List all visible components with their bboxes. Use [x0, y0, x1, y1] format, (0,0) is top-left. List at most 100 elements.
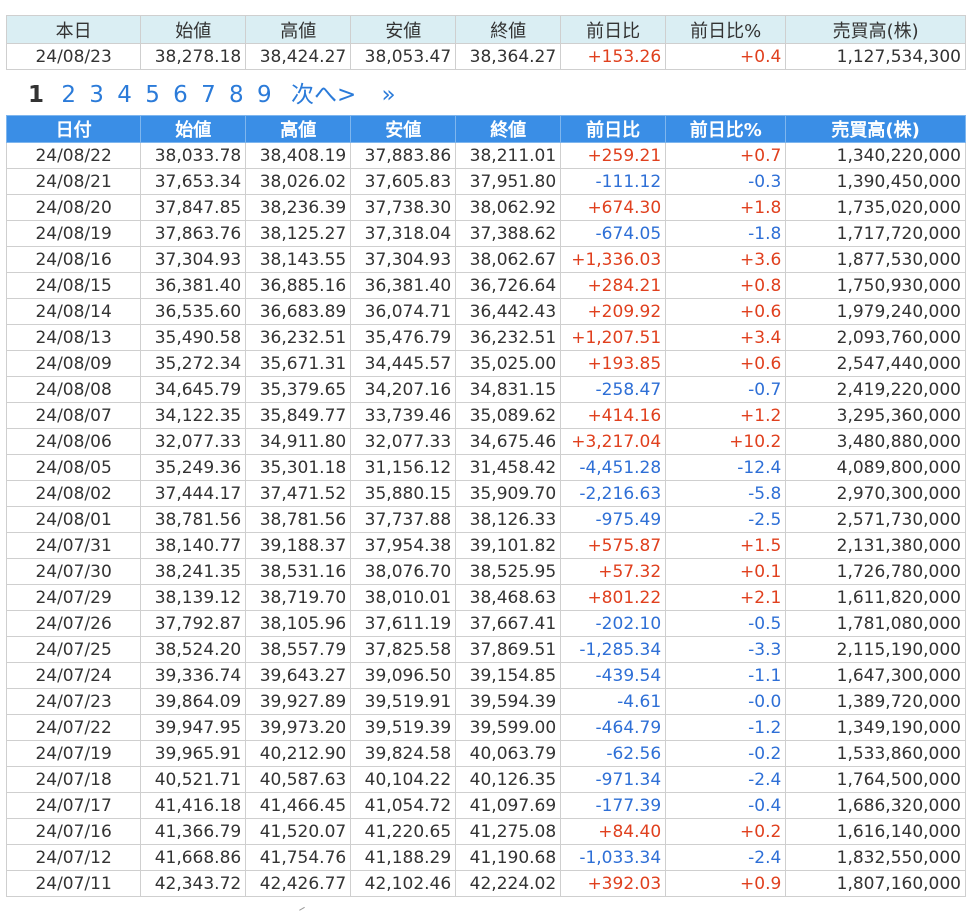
- table-row: 24/08/16 37,304.93 38,143.55 37,304.93 38,06…: [5, 246, 966, 273]
- cell-open: 38,139.12: [140, 584, 247, 611]
- cell-date: 24/07/31: [5, 532, 142, 559]
- cell-low: 37,318.04: [350, 220, 457, 247]
- cell-open: 32,077.33: [140, 428, 247, 455]
- cell-date: 24/08/09: [5, 350, 142, 377]
- cell-volume: 2,571,730,000: [785, 506, 966, 533]
- cell-close: 39,154.85: [455, 662, 562, 689]
- cell-open: 38,140.77: [140, 532, 247, 559]
- cell-low: 37,738.30: [350, 194, 457, 221]
- next-page-link[interactable]: 次へ>: [291, 80, 356, 110]
- cell-date: 24/08/06: [5, 428, 142, 455]
- price-history-table: 日付 始値 高値 安値 終値 前日比 前日比% 売買高(株) 24/08/22 3…: [5, 115, 966, 897]
- page-link-8[interactable]: 8: [229, 80, 244, 110]
- cell-change-pct: -2.5: [665, 506, 787, 533]
- cell-date: 24/07/19: [5, 740, 142, 767]
- cell-date: 24/08/05: [5, 454, 142, 481]
- col-header-high: 高値: [245, 15, 352, 44]
- cell-change: -1,285.34: [560, 636, 667, 663]
- cell-close: 35,909.70: [455, 480, 562, 507]
- cell-high: 38,557.79: [245, 636, 352, 663]
- cell-high: 38,408.19: [245, 142, 352, 169]
- col-header-open: 始値: [140, 15, 247, 44]
- page-link-6[interactable]: 6: [173, 80, 188, 110]
- cell-volume: 1,750,930,000: [785, 272, 966, 299]
- cell-date: 24/07/18: [5, 766, 142, 793]
- cell-close: 39,101.82: [455, 532, 562, 559]
- last-page-link[interactable]: »: [382, 80, 396, 110]
- col-header-close: 終値: [455, 115, 562, 143]
- cell-change: +193.85: [560, 350, 667, 377]
- cell-volume: 1,611,820,000: [785, 584, 966, 611]
- cell-date: 24/07/30: [5, 558, 142, 585]
- cell-change-pct: +0.7: [665, 142, 787, 169]
- cell-change-pct: +0.6: [665, 298, 787, 325]
- col-header-change: 前日比: [560, 115, 667, 143]
- today-header-row: 本日 始値 高値 安値 終値 前日比 前日比% 売買高(株): [5, 15, 966, 44]
- page-link-7[interactable]: 7: [201, 80, 216, 110]
- cell-date: 24/08/02: [5, 480, 142, 507]
- cell-close: 38,062.67: [455, 246, 562, 273]
- cell-open: 35,249.36: [140, 454, 247, 481]
- cell-change-pct: -1.2: [665, 714, 787, 741]
- cell-volume: 1,807,160,000: [785, 870, 966, 897]
- cell-change: +1,207.51: [560, 324, 667, 351]
- cell-low: 40,104.22: [350, 766, 457, 793]
- cell-change-pct: -0.4: [665, 792, 787, 819]
- cell-change: +284.21: [560, 272, 667, 299]
- cell-change-pct: -2.4: [665, 844, 787, 871]
- cell-change-pct: -12.4: [665, 454, 787, 481]
- col-header-today: 本日: [5, 15, 142, 44]
- cell-close: 34,675.46: [455, 428, 562, 455]
- table-row: 24/07/18 40,521.71 40,587.63 40,104.22 40,12…: [5, 766, 966, 793]
- table-row: 24/07/16 41,366.79 41,520.07 41,220.65 41,27…: [5, 818, 966, 845]
- cell-close: 35,089.62: [455, 402, 562, 429]
- page-link-2[interactable]: 2: [61, 80, 76, 110]
- cell-low: 41,054.72: [350, 792, 457, 819]
- cell-date: 24/07/12: [5, 844, 142, 871]
- cell-open: 36,381.40: [140, 272, 247, 299]
- page-link-3[interactable]: 3: [89, 80, 104, 110]
- cell-date: 24/08/15: [5, 272, 142, 299]
- table-row: 24/07/31 38,140.77 39,188.37 37,954.38 39,10…: [5, 532, 966, 559]
- col-header-low: 安値: [350, 15, 457, 44]
- table-row: 24/08/07 34,122.35 35,849.77 33,739.46 35,08…: [5, 402, 966, 429]
- cell-low: 34,445.57: [350, 350, 457, 377]
- page-link-9[interactable]: 9: [257, 80, 272, 110]
- cell-high: 35,849.77: [245, 402, 352, 429]
- cell-open: 35,490.58: [140, 324, 247, 351]
- page-link-5[interactable]: 5: [145, 80, 160, 110]
- cell-open: 37,863.76: [140, 220, 247, 247]
- cell-low: 31,156.12: [350, 454, 457, 481]
- cell-date: 24/07/25: [5, 636, 142, 663]
- cell-date: 24/07/23: [5, 688, 142, 715]
- page-link-4[interactable]: 4: [117, 80, 132, 110]
- cell-change: +259.21: [560, 142, 667, 169]
- cell-date: 24/08/14: [5, 298, 142, 325]
- cell-date: 24/07/22: [5, 714, 142, 741]
- cell-open: 37,653.34: [140, 168, 247, 195]
- table-row: 24/08/21 37,653.34 38,026.02 37,605.83 37,95…: [5, 168, 966, 195]
- cell-open: 38,241.35: [140, 558, 247, 585]
- cell-change: +3,217.04: [560, 428, 667, 455]
- cell-change-pct: -0.0: [665, 688, 787, 715]
- cell-volume: 2,115,190,000: [785, 636, 966, 663]
- cell-high: 38,105.96: [245, 610, 352, 637]
- cell-high: 41,520.07: [245, 818, 352, 845]
- cell-open: 42,343.72: [140, 870, 247, 897]
- cell-open: 34,645.79: [140, 376, 247, 403]
- cell-low: 39,824.58: [350, 740, 457, 767]
- cell-change: -62.56: [560, 740, 667, 767]
- cell-change: +209.92: [560, 298, 667, 325]
- cell-change: -975.49: [560, 506, 667, 533]
- cell-high: 35,301.18: [245, 454, 352, 481]
- cell-high: 35,671.31: [245, 350, 352, 377]
- cell-open: 41,668.86: [140, 844, 247, 871]
- cell-low: 37,605.83: [350, 168, 457, 195]
- cell-high: 41,754.76: [245, 844, 352, 871]
- cell-volume: 2,970,300,000: [785, 480, 966, 507]
- cell-open: 39,965.91: [140, 740, 247, 767]
- cell-low: 42,102.46: [350, 870, 457, 897]
- cell-volume: 1,764,500,000: [785, 766, 966, 793]
- cell-volume: 1,735,020,000: [785, 194, 966, 221]
- cell-low: 41,188.29: [350, 844, 457, 871]
